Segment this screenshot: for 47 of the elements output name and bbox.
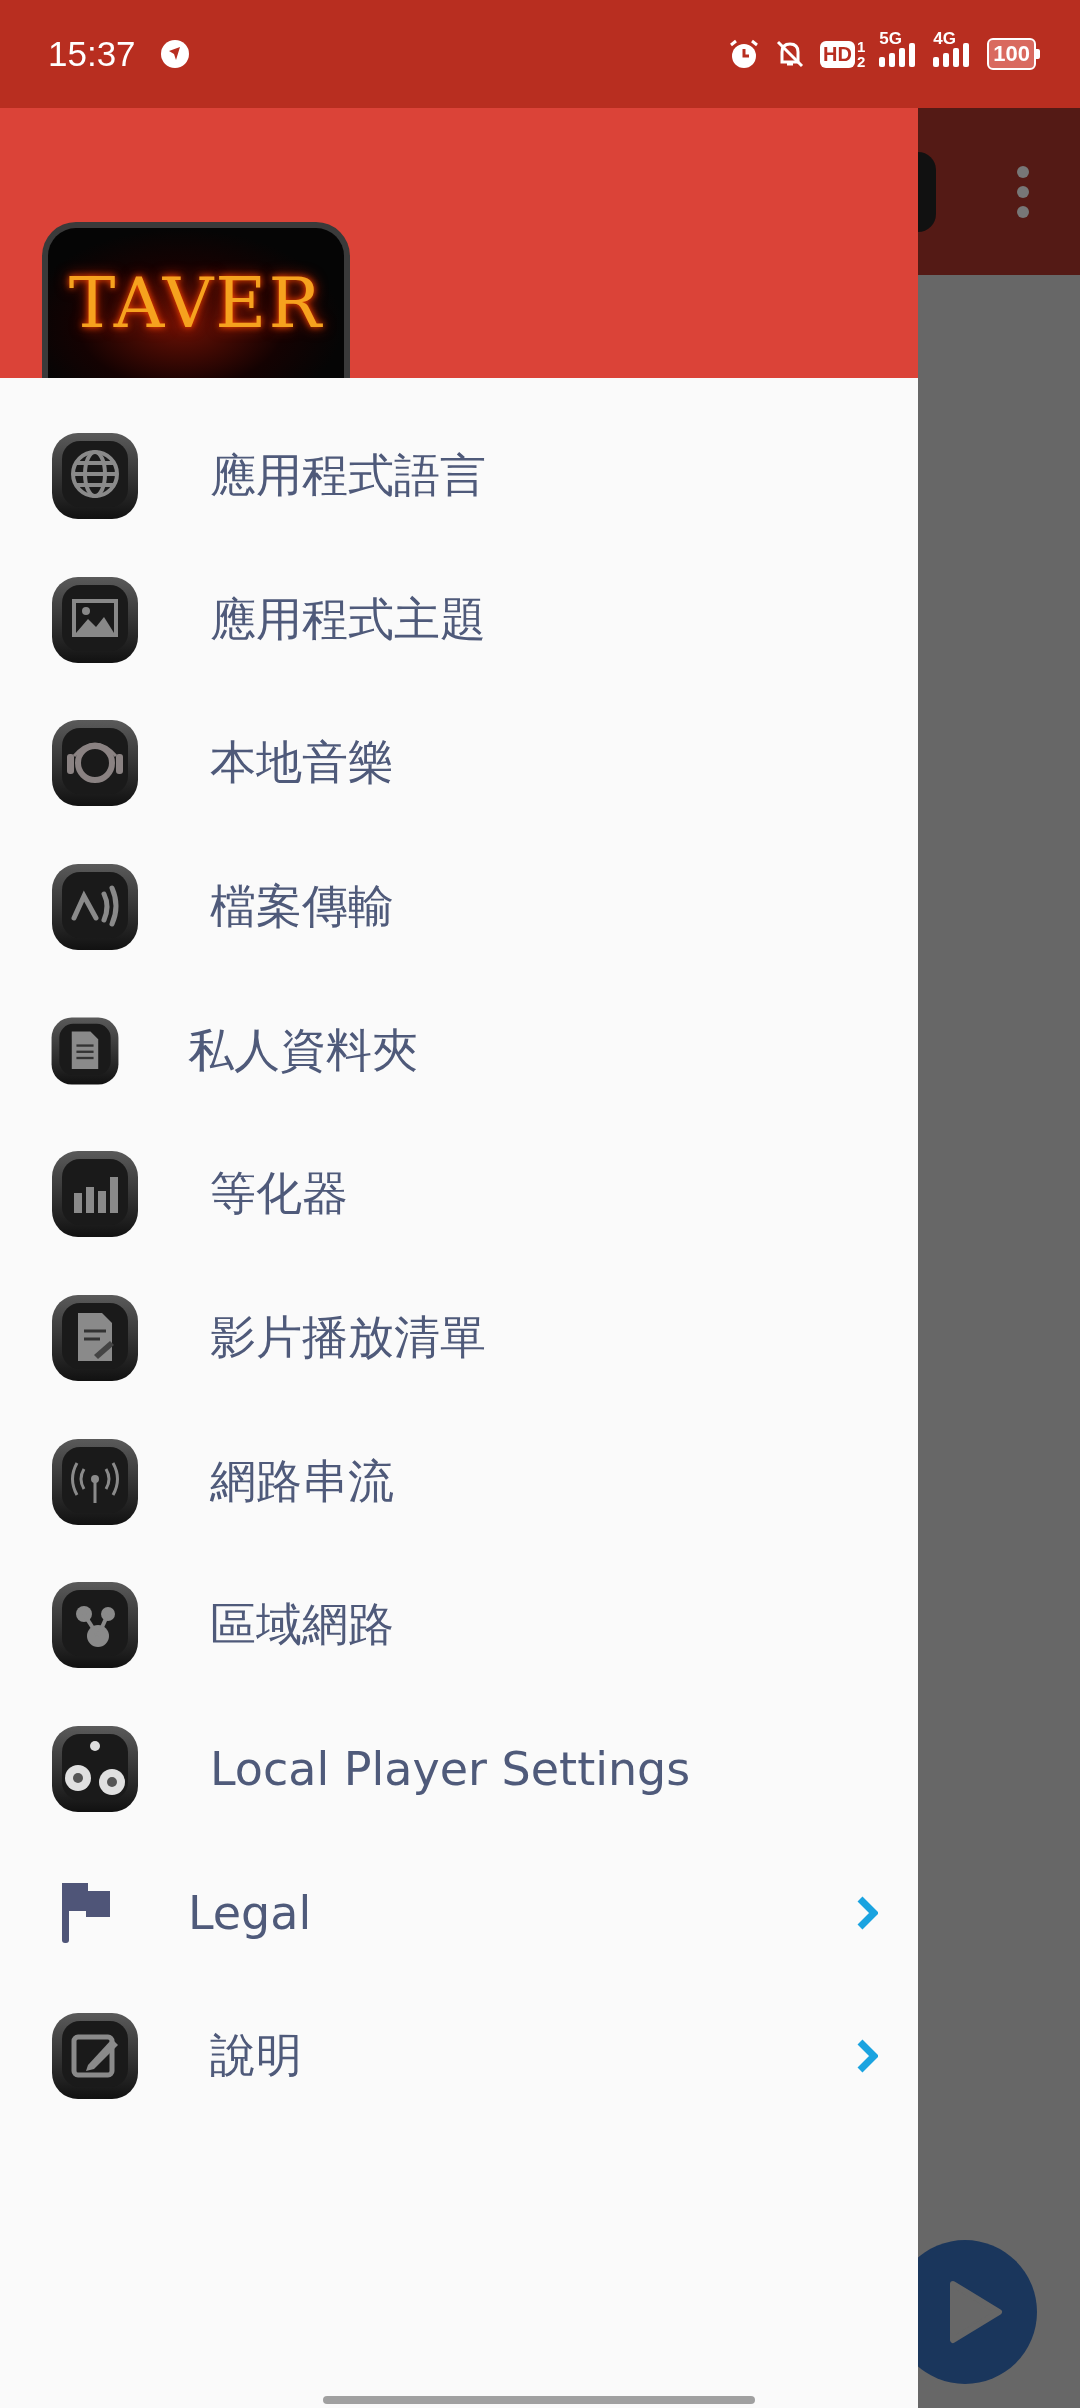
play-icon xyxy=(947,2280,1003,2344)
menu-item-label: 應用程式主題 xyxy=(210,590,487,648)
menu-item[interactable]: 本地音樂 xyxy=(0,691,918,836)
document-icon xyxy=(50,1015,120,1086)
menu-item-label: 等化器 xyxy=(210,1165,349,1223)
menu-item[interactable]: 應用程式語言 xyxy=(0,404,918,548)
chevron-right-icon xyxy=(856,1895,878,1930)
menu-item[interactable]: 應用程式主題 xyxy=(0,547,918,692)
clock: 15:37 xyxy=(48,34,136,74)
equalizer-icon xyxy=(50,1149,140,1240)
menu-item-label: 影片播放清單 xyxy=(210,1308,487,1366)
image-icon xyxy=(50,574,140,665)
hd-badge: HD xyxy=(820,40,855,68)
globe-icon xyxy=(50,430,140,521)
sim-number: 2 xyxy=(856,54,866,69)
menu-item[interactable]: 私人資料夾 xyxy=(0,978,918,1123)
network-label: 5G xyxy=(879,29,902,49)
more-options-icon[interactable] xyxy=(1016,164,1030,219)
menu-item-label: 區域網路 xyxy=(210,1596,395,1654)
menu-item-label: 檔案傳輸 xyxy=(210,877,395,935)
menu-item[interactable]: 區域網路 xyxy=(0,1553,918,1698)
menu-item-label: 應用程式語言 xyxy=(210,446,487,504)
antenna-icon xyxy=(50,1436,140,1527)
battery-level: 100 xyxy=(987,38,1036,70)
edit-icon xyxy=(50,2011,140,2102)
app-notification-icon xyxy=(159,39,190,69)
menu-item[interactable]: 說明 xyxy=(0,1984,918,2129)
chevron-right-icon xyxy=(856,2039,878,2074)
menu-item-label: 本地音樂 xyxy=(210,734,395,792)
menu-item-label: 說明 xyxy=(210,2027,303,2085)
network-label: 4G xyxy=(933,29,956,49)
headphones-icon xyxy=(50,718,140,809)
menu-item[interactable]: 影片播放清單 xyxy=(0,1266,918,1410)
menu-item[interactable]: Local Player Settings xyxy=(0,1697,918,1841)
sim-number: 1 xyxy=(856,39,866,54)
menu-item-label: 私人資料夾 xyxy=(188,1021,419,1079)
menu-item[interactable]: 等化器 xyxy=(0,1122,918,1267)
menu-item-label: Legal xyxy=(188,1885,313,1940)
share-icon xyxy=(50,1580,140,1671)
menu-item[interactable]: 檔案傳輸 xyxy=(0,835,918,979)
alarm-icon xyxy=(728,38,761,70)
menu-item[interactable]: Legal xyxy=(0,1840,918,1985)
document-icon xyxy=(50,1292,140,1383)
menu-item-label: 網路串流 xyxy=(210,1452,395,1510)
menu-item[interactable]: 網路串流 xyxy=(0,1409,918,1554)
menu-item-label: Local Player Settings xyxy=(210,1742,692,1797)
app-logo: TAVER xyxy=(42,222,350,378)
